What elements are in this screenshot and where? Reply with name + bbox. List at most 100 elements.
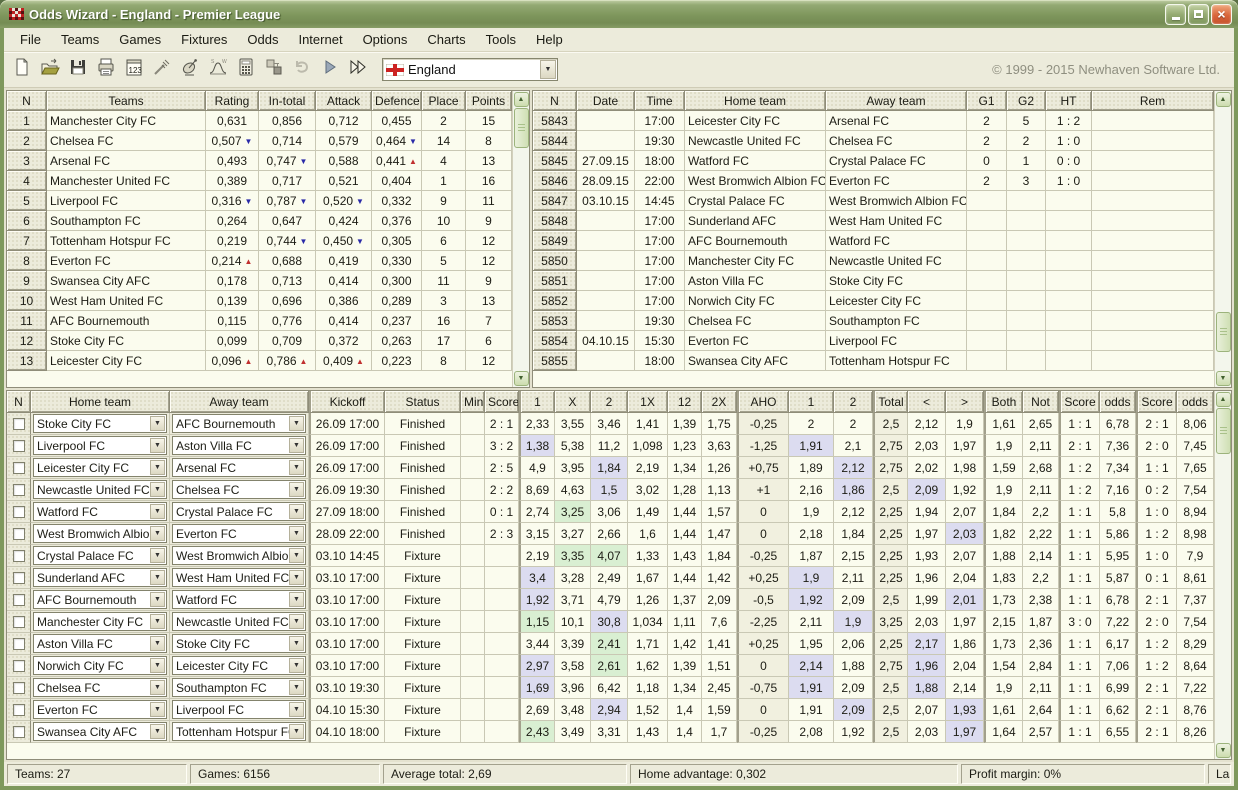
games-column-header-time[interactable]: Time xyxy=(635,91,685,111)
league-dropdown-arrow-icon[interactable]: ▼ xyxy=(540,60,556,79)
teams-scroll-down-icon[interactable]: ▼ xyxy=(514,371,529,386)
fixtures-column-header-both-19[interactable]: Both xyxy=(984,391,1023,413)
team-row-number[interactable]: 12 xyxy=(7,331,47,351)
teams-column-header-defence[interactable]: Defence xyxy=(372,91,422,111)
home-team-select-dropdown-arrow-icon[interactable]: ▼ xyxy=(150,570,165,585)
team-row-number[interactable]: 6 xyxy=(7,211,47,231)
game-number[interactable]: 5845 xyxy=(533,151,577,171)
fixtures-column-header-aho-13[interactable]: AHO xyxy=(737,391,789,413)
toolbar-open-file-button[interactable] xyxy=(36,56,64,84)
game-number[interactable]: 5852 xyxy=(533,291,577,311)
home-team-select-dropdown-arrow-icon[interactable]: ▼ xyxy=(150,614,165,629)
fixture-checkbox[interactable] xyxy=(13,594,25,606)
fixtures-column-header-away-team-2[interactable]: Away team xyxy=(170,391,309,413)
away-team-select-dropdown-arrow-icon[interactable]: ▼ xyxy=(289,482,304,497)
away-team-select[interactable]: Watford FC▼ xyxy=(172,590,306,609)
games-column-header-g1[interactable]: G1 xyxy=(967,91,1007,111)
fixtures-column-header-1x-10[interactable]: 1X xyxy=(628,391,668,413)
fixtures-column-header-n-0[interactable]: N xyxy=(7,391,31,413)
teams-column-header-teams[interactable]: Teams xyxy=(47,91,206,111)
fixtures-scroll-up-icon[interactable]: ▲ xyxy=(1216,392,1231,407)
menu-item-options[interactable]: Options xyxy=(353,29,418,50)
away-team-select[interactable]: Southampton FC▼ xyxy=(172,678,306,697)
fixtures-column-header-status-4[interactable]: Status xyxy=(385,391,461,413)
league-selector[interactable]: England ▼ xyxy=(382,58,558,81)
title-bar[interactable]: Odds Wizard - England - Premier League × xyxy=(0,0,1238,28)
away-team-select-dropdown-arrow-icon[interactable]: ▼ xyxy=(289,658,304,673)
home-team-select[interactable]: Swansea City AFC▼ xyxy=(33,722,167,741)
home-team-select[interactable]: Norwich City FC▼ xyxy=(33,656,167,675)
home-team-select-dropdown-arrow-icon[interactable]: ▼ xyxy=(150,548,165,563)
fixture-checkbox[interactable] xyxy=(13,616,25,628)
toolbar-save-button[interactable] xyxy=(64,56,92,84)
fixtures-column-header-x-8[interactable]: X xyxy=(555,391,591,413)
games-column-header-rem[interactable]: Rem xyxy=(1092,91,1214,111)
fixture-checkbox[interactable] xyxy=(13,440,25,452)
games-scroll-thumb[interactable] xyxy=(1216,312,1231,352)
fixtures-column-header-odds-24[interactable]: odds xyxy=(1177,391,1214,413)
home-team-select[interactable]: Sunderland AFC▼ xyxy=(33,568,167,587)
home-team-select[interactable]: Chelsea FC▼ xyxy=(33,678,167,697)
home-team-select[interactable]: Aston Villa FC▼ xyxy=(33,634,167,653)
fixtures-scroll-thumb[interactable] xyxy=(1216,408,1231,454)
away-team-select-dropdown-arrow-icon[interactable]: ▼ xyxy=(289,438,304,453)
fixtures-column-header-2-15[interactable]: 2 xyxy=(834,391,873,413)
game-number[interactable]: 5843 xyxy=(533,111,577,131)
team-row-number[interactable]: 4 xyxy=(7,171,47,191)
home-team-select-dropdown-arrow-icon[interactable]: ▼ xyxy=(150,482,165,497)
menu-item-internet[interactable]: Internet xyxy=(288,29,352,50)
away-team-select-dropdown-arrow-icon[interactable]: ▼ xyxy=(289,548,304,563)
home-team-select-dropdown-arrow-icon[interactable]: ▼ xyxy=(150,416,165,431)
away-team-select-dropdown-arrow-icon[interactable]: ▼ xyxy=(289,614,304,629)
toolbar-calculator-button[interactable] xyxy=(232,56,260,84)
home-team-select[interactable]: Crystal Palace FC▼ xyxy=(33,546,167,565)
away-team-select-dropdown-arrow-icon[interactable]: ▼ xyxy=(289,680,304,695)
fixture-checkbox[interactable] xyxy=(13,572,25,584)
teams-scrollbar[interactable]: ▲ ▼ xyxy=(512,91,529,387)
teams-scroll-thumb[interactable] xyxy=(514,108,529,148)
team-row-number[interactable]: 5 xyxy=(7,191,47,211)
menu-item-games[interactable]: Games xyxy=(109,29,171,50)
menu-item-file[interactable]: File xyxy=(10,29,51,50)
team-row-number[interactable]: 13 xyxy=(7,351,47,371)
away-team-select[interactable]: Crystal Palace FC▼ xyxy=(172,502,306,521)
away-team-select[interactable]: Stoke City FC▼ xyxy=(172,634,306,653)
game-number[interactable]: 5847 xyxy=(533,191,577,211)
fixtures-column-header-col-17[interactable]: < xyxy=(908,391,946,413)
teams-scroll-up-icon[interactable]: ▲ xyxy=(514,92,529,107)
away-team-select[interactable]: West Ham United FC▼ xyxy=(172,568,306,587)
fixtures-column-header-2-9[interactable]: 2 xyxy=(591,391,628,413)
fixtures-column-header-home-team-1[interactable]: Home team xyxy=(31,391,170,413)
away-team-select[interactable]: Tottenham Hotspur FC▼ xyxy=(172,722,306,741)
teams-column-header-place[interactable]: Place xyxy=(422,91,466,111)
fixture-checkbox[interactable] xyxy=(13,506,25,518)
fixture-checkbox[interactable] xyxy=(13,660,25,672)
fixtures-column-header-total-16[interactable]: Total xyxy=(873,391,908,413)
home-team-select[interactable]: West Bromwich Albion FC▼ xyxy=(33,524,167,543)
fixtures-column-header-score-23[interactable]: Score xyxy=(1136,391,1177,413)
game-number[interactable]: 5849 xyxy=(533,231,577,251)
menu-item-help[interactable]: Help xyxy=(526,29,573,50)
fixture-checkbox[interactable] xyxy=(13,550,25,562)
fixtures-column-header-min-5[interactable]: Min' xyxy=(461,391,485,413)
game-number[interactable]: 5851 xyxy=(533,271,577,291)
home-team-select-dropdown-arrow-icon[interactable]: ▼ xyxy=(150,702,165,717)
fixtures-column-header-score-21[interactable]: Score xyxy=(1059,391,1100,413)
home-team-select[interactable]: Watford FC▼ xyxy=(33,502,167,521)
teams-column-header-rating[interactable]: Rating xyxy=(206,91,259,111)
toolbar-print-button[interactable] xyxy=(92,56,120,84)
game-number[interactable]: 5848 xyxy=(533,211,577,231)
away-team-select[interactable]: West Bromwich Albion FC▼ xyxy=(172,546,306,565)
team-row-number[interactable]: 1 xyxy=(7,111,47,131)
away-team-select[interactable]: Aston Villa FC▼ xyxy=(172,436,306,455)
games-scroll-up-icon[interactable]: ▲ xyxy=(1216,92,1231,107)
home-team-select[interactable]: Leicester City FC▼ xyxy=(33,458,167,477)
menu-item-teams[interactable]: Teams xyxy=(51,29,109,50)
fixture-checkbox[interactable] xyxy=(13,682,25,694)
toolbar-distribution-button[interactable]: SW xyxy=(204,56,232,84)
home-team-select[interactable]: Newcastle United FC▼ xyxy=(33,480,167,499)
teams-column-header-attack[interactable]: Attack xyxy=(316,91,372,111)
toolbar-undo-button[interactable] xyxy=(288,56,316,84)
team-row-number[interactable]: 3 xyxy=(7,151,47,171)
fixture-checkbox[interactable] xyxy=(13,418,25,430)
